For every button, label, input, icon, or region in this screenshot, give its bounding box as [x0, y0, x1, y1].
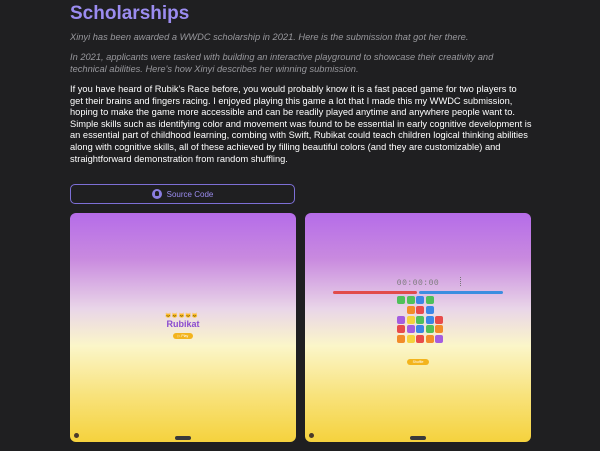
tile	[425, 334, 434, 343]
game-board-grid	[397, 306, 443, 343]
tile	[416, 306, 424, 314]
submission-description: If you have heard of Rubik's Race before…	[70, 84, 532, 164]
challenge-description: In 2021, applicants were tasked with bui…	[70, 52, 494, 75]
tile	[406, 296, 415, 304]
home-indicator	[410, 436, 426, 440]
tile	[406, 334, 415, 343]
player-one-bar	[333, 291, 417, 294]
tile	[416, 325, 424, 333]
tile	[425, 315, 434, 324]
corner-dot	[74, 433, 79, 438]
home-indicator	[175, 436, 191, 440]
app-title: Rubikat	[166, 319, 200, 329]
github-icon	[151, 189, 162, 199]
tile	[416, 334, 424, 343]
tile	[416, 296, 424, 304]
tile	[416, 315, 424, 324]
tile	[425, 306, 434, 314]
source-code-label: Source Code	[166, 189, 214, 199]
game-timer: 00:00:00	[396, 279, 440, 288]
source-code-button[interactable]: Source Code	[70, 184, 295, 204]
tile	[435, 325, 443, 333]
player-two-bar	[419, 291, 503, 294]
intro-text: Xinyi has been awarded a WWDC scholarshi…	[70, 32, 469, 42]
tile	[397, 296, 405, 304]
tile	[397, 325, 405, 333]
page-title: Scholarships	[70, 3, 190, 24]
tile	[425, 325, 434, 333]
play-button: ▷ Play	[173, 333, 193, 339]
tile	[435, 334, 443, 343]
tile	[406, 315, 415, 324]
screenshot-splash: 🐱🐱🐱🐱🐱 Rubikat ▷ Play	[70, 213, 296, 442]
tile-empty	[397, 306, 405, 314]
shuffle-button: Shuffle	[407, 359, 429, 365]
corner-dot	[309, 433, 314, 438]
tile-empty	[435, 306, 443, 314]
tile	[397, 315, 405, 324]
tile	[435, 315, 443, 324]
tile	[397, 334, 405, 343]
target-pattern-grid	[397, 296, 434, 304]
tile	[406, 325, 415, 333]
side-indicator	[460, 277, 464, 286]
tile	[425, 296, 434, 304]
screenshot-gameboard: 00:00:00 Shuffle	[305, 213, 531, 442]
tile	[406, 306, 415, 314]
scholarships-page: Scholarships Xinyi has been awarded a WW…	[0, 0, 600, 451]
